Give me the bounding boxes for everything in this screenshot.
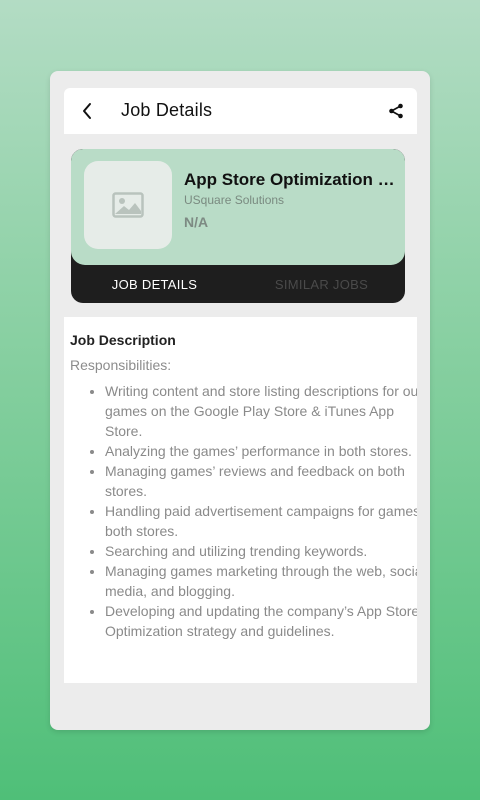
job-summary-header: App Store Optimization (… USquare Soluti…	[71, 149, 405, 265]
back-arrow-icon	[83, 103, 91, 119]
job-description-heading: Job Description	[70, 332, 176, 348]
back-button[interactable]	[76, 100, 98, 122]
share-icon	[389, 103, 403, 119]
list-item: Analyzing the games’ performance in both…	[105, 441, 417, 461]
job-title: App Store Optimization (…	[184, 170, 396, 189]
share-button[interactable]	[385, 100, 407, 122]
image-placeholder-icon	[112, 192, 144, 218]
app-frame: Job Details App Store Optimization (… US…	[50, 71, 430, 730]
list-item: Managing games marketing through the web…	[105, 561, 417, 601]
job-summary-card: App Store Optimization (… USquare Soluti…	[71, 149, 405, 303]
responsibilities-list: Writing content and store listing descri…	[70, 381, 417, 641]
salary-value: N/A	[184, 214, 209, 230]
tab-similar-jobs[interactable]: SIMILAR JOBS	[238, 265, 405, 303]
job-description-panel[interactable]: Job Description Responsibilities: Writin…	[64, 317, 417, 683]
tab-job-details[interactable]: JOB DETAILS	[71, 265, 238, 303]
top-app-bar: Job Details	[64, 88, 417, 134]
list-item: Handling paid advertisement campaigns fo…	[105, 501, 417, 541]
list-item: Managing games’ reviews and feedback on …	[105, 461, 417, 501]
list-item: Searching and utilizing trending keyword…	[105, 541, 417, 561]
company-logo-placeholder	[84, 161, 172, 249]
responsibilities-subheading: Responsibilities:	[70, 357, 172, 373]
list-item: Developing and updating the company’s Ap…	[105, 601, 417, 641]
page-title: Job Details	[121, 100, 213, 120]
company-name: USquare Solutions	[184, 193, 285, 207]
list-item: Writing content and store listing descri…	[105, 381, 417, 441]
